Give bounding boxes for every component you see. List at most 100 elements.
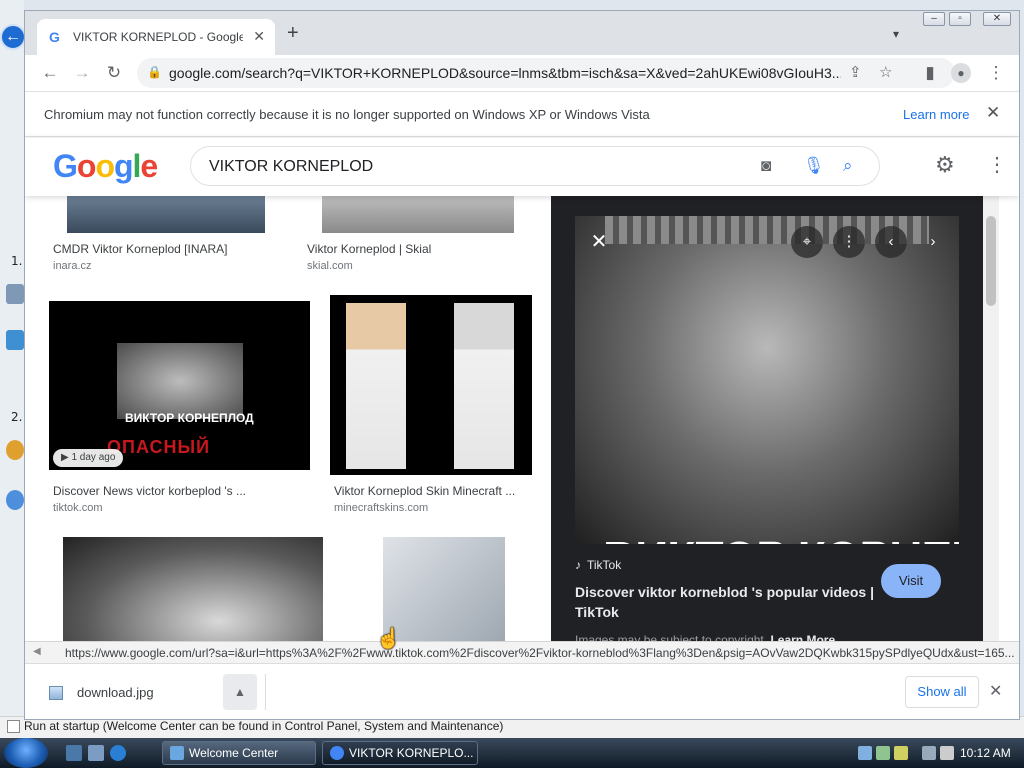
desktop-step-number: 1.: [11, 254, 23, 268]
tab-google-search[interactable]: G VIKTOR KORNEPLOD - Google Search ✕: [37, 19, 275, 55]
network-icon[interactable]: [922, 746, 936, 760]
forward-arrow-icon[interactable]: →: [71, 62, 93, 84]
download-divider: [265, 674, 266, 710]
lock-icon[interactable]: 🔒: [147, 65, 162, 79]
hover-link-url: https://www.google.com/url?sa=i&url=http…: [65, 646, 1015, 660]
address-bar[interactable]: 🔒 google.com/search?q=VIKTOR+KORNEPLOD&s…: [137, 58, 955, 88]
result-thumbnail[interactable]: [330, 295, 532, 475]
result-thumbnail[interactable]: [67, 196, 265, 233]
preview-image[interactable]: ВИКТОР КОРНЕПЛ: [575, 216, 959, 544]
result-thumbnail[interactable]: [322, 196, 514, 233]
tab-close-icon[interactable]: ✕: [253, 28, 265, 45]
browser-menu-icon[interactable]: ⋮: [985, 62, 1007, 84]
search-input[interactable]: [209, 156, 729, 178]
result-thumbnail[interactable]: [383, 537, 505, 651]
share-icon[interactable]: ⇪: [849, 63, 862, 81]
google-logo-letter: g: [113, 148, 134, 184]
taskbar-item-browser[interactable]: VIKTOR KORNEPLO...: [322, 741, 478, 765]
result-thumbnail[interactable]: ВИКТОР КОРНЕПЛОД ОПАСНЫЙ ▶ 1 day ago: [49, 301, 310, 470]
download-filename[interactable]: download.jpg: [77, 685, 154, 700]
back-arrow-icon[interactable]: ←: [0, 24, 26, 50]
switch-windows-icon[interactable]: [88, 745, 104, 761]
tray-icon[interactable]: [858, 746, 872, 760]
preview-source-label: TikTok: [587, 558, 622, 572]
google-logo-letter: G: [53, 148, 78, 184]
new-tab-plus-icon[interactable]: +: [287, 23, 299, 43]
download-options-chevron-icon[interactable]: ▲: [223, 674, 257, 710]
previous-image-icon[interactable]: ‹: [875, 226, 907, 258]
google-logo-letter: e: [140, 148, 158, 184]
internet-explorer-icon[interactable]: [110, 745, 126, 761]
tab-title: VIKTOR KORNEPLOD - Google Search: [73, 30, 243, 44]
result-caption[interactable]: Discover News victor korbeplod 's ...: [53, 484, 246, 498]
infobar-close-icon[interactable]: ✕: [986, 103, 1000, 123]
start-button[interactable]: [4, 738, 48, 768]
next-image-icon[interactable]: ›: [917, 226, 949, 258]
image-preview-panel: ВИКТОР КОРНЕПЛ ✕ ⌖ ⋮ ‹ › ♪ TikTok Discove…: [551, 196, 983, 651]
bookmark-star-icon[interactable]: ☆: [879, 63, 892, 81]
browser-window: G VIKTOR KORNEPLOD - Google Search ✕ + ▾…: [24, 10, 1020, 720]
minimize-window-button[interactable]: –: [923, 12, 945, 26]
time-badge-label: 1 day ago: [71, 452, 116, 463]
tray-icon[interactable]: [894, 746, 908, 760]
google-logo-letter: o: [95, 148, 115, 184]
image-file-icon: [49, 686, 63, 700]
result-source: minecraftskins.com: [334, 502, 429, 514]
download-shelf: download.jpg ▲ Show all ✕: [25, 663, 1019, 719]
profile-avatar-icon[interactable]: ●: [951, 63, 971, 83]
taskbar-item-label: VIKTOR KORNEPLO...: [349, 746, 474, 760]
microphone-icon[interactable]: 🎙: [803, 156, 825, 176]
minecraft-skin-back: [454, 303, 514, 469]
unsupported-os-infobar: Chromium may not function correctly beca…: [25, 91, 1019, 137]
tab-search-chevron-icon[interactable]: ▾: [893, 27, 899, 41]
volume-icon[interactable]: [940, 746, 954, 760]
close-window-button[interactable]: ✕: [983, 12, 1011, 26]
result-thumbnail[interactable]: [63, 537, 323, 651]
taskbar-clock[interactable]: 10:12 AM: [960, 746, 1011, 760]
computer-icon[interactable]: [6, 284, 24, 304]
show-desktop-icon[interactable]: [66, 745, 82, 761]
back-arrow-icon[interactable]: ←: [39, 62, 61, 84]
google-header: Google ◙ 🎙 ⌕ ⚙ ⋮: [25, 138, 1019, 196]
taskbar-item-welcome-center[interactable]: Welcome Center: [162, 741, 316, 765]
monitor-icon[interactable]: [6, 330, 24, 350]
browser-toolbar: ← → ↻ 🔒 google.com/search?q=VIKTOR+KORNE…: [25, 55, 1019, 91]
apps-grid-icon[interactable]: ⋮: [987, 152, 1007, 177]
close-download-shelf-icon[interactable]: ✕: [989, 681, 1002, 701]
show-all-button[interactable]: Show all: [905, 676, 979, 708]
user-icon[interactable]: [6, 490, 24, 510]
old-man-photo: [117, 343, 243, 419]
maximize-window-button[interactable]: ▫: [949, 12, 971, 26]
more-options-icon[interactable]: ⋮: [833, 226, 865, 258]
status-bar: ◀ https://www.google.com/url?sa=i&url=ht…: [25, 641, 1019, 663]
vertical-scrollbar[interactable]: [983, 196, 999, 651]
thumb-overlay-text: ВИКТОР КОРНЕПЛОД: [125, 411, 254, 425]
infobar-learn-more-link[interactable]: Learn more: [903, 107, 969, 122]
preview-title[interactable]: Discover viktor korneblod 's popular vid…: [575, 582, 880, 622]
reload-icon[interactable]: ↻: [103, 62, 125, 84]
side-panel-icon[interactable]: ▮: [919, 62, 941, 84]
close-preview-icon[interactable]: ✕: [583, 226, 615, 258]
globe-icon[interactable]: [6, 440, 24, 460]
scroll-left-icon[interactable]: ◀: [33, 646, 41, 657]
lens-search-icon[interactable]: ⌖: [791, 226, 823, 258]
tab-strip: G VIKTOR KORNEPLOD - Google Search ✕ + ▾…: [25, 11, 1019, 55]
result-caption[interactable]: CMDR Viktor Korneplod [INARA]: [53, 242, 228, 256]
preview-source[interactable]: ♪ TikTok: [575, 558, 621, 572]
result-caption[interactable]: Viktor Korneplod | Skial: [307, 242, 431, 256]
run-at-startup-checkbox[interactable]: [7, 720, 20, 733]
search-icon[interactable]: ⌕: [843, 156, 853, 176]
run-at-startup-label: Run at startup (Welcome Center can be fo…: [24, 719, 504, 733]
minecraft-skin-front: [346, 303, 406, 469]
visit-button[interactable]: Visit: [881, 564, 941, 598]
search-box: ◙ 🎙 ⌕: [190, 146, 880, 186]
infobar-message: Chromium may not function correctly beca…: [44, 107, 650, 122]
result-caption[interactable]: Viktor Korneplod Skin Minecraft ...: [334, 484, 515, 498]
tray-icon[interactable]: [876, 746, 890, 760]
camera-search-icon[interactable]: ◙: [761, 156, 771, 176]
google-logo[interactable]: Google: [53, 148, 158, 185]
result-source: skial.com: [307, 260, 353, 272]
scrollbar-thumb[interactable]: [986, 216, 996, 306]
preview-overlay-text: ВИКТОР КОРНЕПЛ: [603, 531, 959, 544]
settings-gear-icon[interactable]: ⚙: [935, 152, 955, 178]
